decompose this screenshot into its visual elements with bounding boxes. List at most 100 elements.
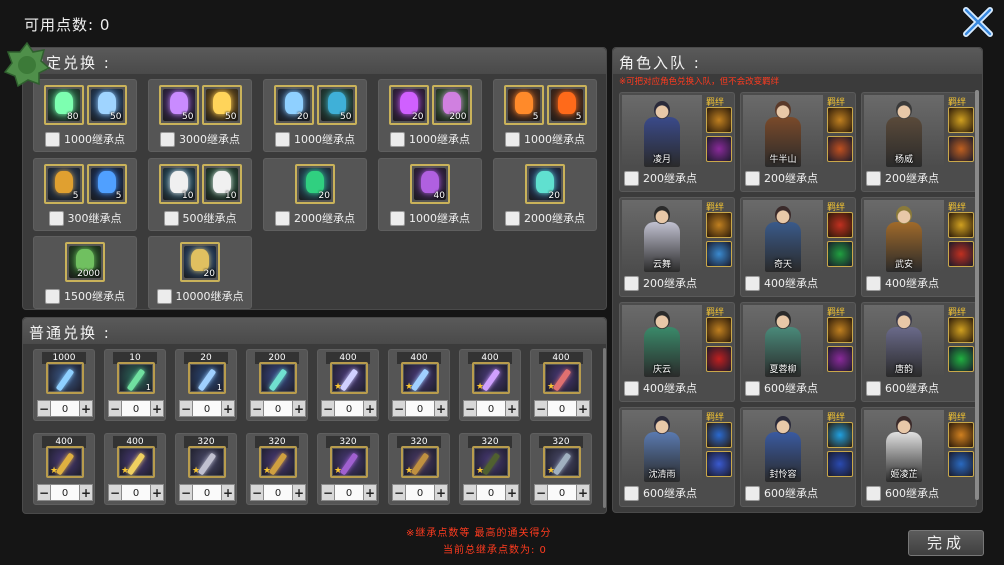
select-checkbox[interactable]: [745, 485, 760, 501]
limited-exchange-item: 20 2000继承点: [493, 158, 597, 231]
cost-row: 1000继承点: [379, 130, 481, 148]
character-card: 凌月 羁绊 200继承点: [619, 92, 735, 192]
select-checkbox[interactable]: [156, 288, 172, 304]
increment-button[interactable]: +: [79, 400, 93, 417]
quantity-field[interactable]: 0: [406, 484, 434, 501]
select-checkbox[interactable]: [45, 131, 60, 147]
select-checkbox[interactable]: [624, 275, 639, 291]
select-checkbox[interactable]: [505, 131, 520, 147]
cost-row: 1500继承点: [34, 287, 136, 305]
item-cost: 1000继承点: [409, 212, 470, 225]
item-quantity: 5: [115, 191, 122, 201]
increment-button[interactable]: +: [292, 484, 306, 501]
quantity-field[interactable]: 0: [51, 400, 79, 417]
quantity-field[interactable]: 0: [122, 400, 150, 417]
character-cost: 600继承点: [885, 487, 939, 500]
select-checkbox[interactable]: [624, 485, 639, 501]
increment-button[interactable]: +: [150, 400, 164, 417]
select-checkbox[interactable]: [866, 485, 881, 501]
quantity-field[interactable]: 0: [193, 400, 221, 417]
character-head: [775, 206, 791, 224]
character-card: 奇天 羁绊 400继承点: [740, 197, 856, 297]
select-checkbox[interactable]: [45, 288, 60, 304]
increment-button[interactable]: +: [434, 484, 448, 501]
decrement-button[interactable]: −: [108, 484, 122, 501]
decrement-button[interactable]: −: [250, 484, 264, 501]
select-checkbox[interactable]: [48, 210, 64, 226]
decrement-button[interactable]: −: [179, 484, 193, 501]
quantity-field[interactable]: 0: [193, 484, 221, 501]
green-gem-icon: 1: [117, 362, 155, 394]
increment-button[interactable]: +: [505, 400, 519, 417]
select-checkbox[interactable]: [624, 380, 639, 396]
quantity-field[interactable]: 0: [477, 484, 505, 501]
select-checkbox[interactable]: [505, 210, 520, 226]
quantity-stepper: −0 +: [37, 400, 93, 417]
limited-exchange-panel: 限定兑换 : 80 50 1000继承点 50 50 3000继承点 20 50 1000继承点…: [22, 47, 607, 310]
quantity-field[interactable]: 0: [122, 484, 150, 501]
select-checkbox[interactable]: [866, 170, 881, 186]
decrement-button[interactable]: −: [392, 484, 406, 501]
done-button[interactable]: 完成: [908, 530, 984, 556]
decrement-button[interactable]: −: [37, 484, 51, 501]
select-checkbox[interactable]: [866, 380, 881, 396]
quantity-field[interactable]: 0: [264, 400, 292, 417]
quantity-field[interactable]: 0: [548, 400, 576, 417]
quantity-stepper: −0 +: [250, 484, 306, 501]
decrement-button[interactable]: −: [463, 400, 477, 417]
quantity-field[interactable]: 0: [548, 484, 576, 501]
decrement-button[interactable]: −: [534, 400, 548, 417]
increment-button[interactable]: +: [221, 484, 235, 501]
decrement-button[interactable]: −: [534, 484, 548, 501]
item-icons: 20: [264, 164, 366, 204]
increment-button[interactable]: +: [363, 484, 377, 501]
increment-button[interactable]: +: [363, 400, 377, 417]
character-head: [775, 416, 791, 434]
increment-button[interactable]: +: [150, 484, 164, 501]
select-checkbox[interactable]: [163, 210, 179, 226]
quantity-field[interactable]: 0: [406, 400, 434, 417]
decrement-button[interactable]: −: [392, 400, 406, 417]
decrement-button[interactable]: −: [250, 400, 264, 417]
team-scrollbar[interactable]: [975, 90, 979, 500]
quantity-field[interactable]: 0: [335, 400, 363, 417]
gold-blade-icon: ★: [259, 446, 297, 478]
select-checkbox[interactable]: [390, 131, 405, 147]
increment-button[interactable]: +: [79, 484, 93, 501]
select-checkbox[interactable]: [160, 131, 175, 147]
increment-button[interactable]: +: [505, 484, 519, 501]
skill-icon: [827, 422, 853, 448]
decrement-button[interactable]: −: [321, 400, 335, 417]
quantity-field[interactable]: 0: [335, 484, 363, 501]
decrement-button[interactable]: −: [179, 400, 193, 417]
normal-exchange-item: 400 ★ −0 +: [317, 349, 379, 421]
select-checkbox[interactable]: [866, 275, 881, 291]
select-checkbox[interactable]: [745, 170, 760, 186]
icon-shape: [97, 171, 116, 193]
item-cost: 3000继承点: [179, 133, 240, 146]
normal-exchange-item: 400 ★ −0 +: [530, 349, 592, 421]
increment-button[interactable]: +: [576, 400, 590, 417]
normal-scrollbar[interactable]: [603, 348, 606, 508]
increment-button[interactable]: +: [292, 400, 306, 417]
cost-row: 600继承点: [866, 485, 939, 501]
character-portrait: 沈清雨: [622, 410, 702, 482]
decrement-button[interactable]: −: [463, 484, 477, 501]
select-checkbox[interactable]: [624, 170, 639, 186]
close-icon[interactable]: [960, 6, 996, 38]
quantity-field[interactable]: 0: [477, 400, 505, 417]
select-checkbox[interactable]: [390, 210, 405, 226]
decrement-button[interactable]: −: [108, 400, 122, 417]
select-checkbox[interactable]: [745, 380, 760, 396]
quantity-field[interactable]: 0: [51, 484, 79, 501]
increment-button[interactable]: +: [434, 400, 448, 417]
quantity-field[interactable]: 0: [264, 484, 292, 501]
cost-row: 600继承点: [866, 380, 939, 396]
increment-button[interactable]: +: [576, 484, 590, 501]
decrement-button[interactable]: −: [321, 484, 335, 501]
select-checkbox[interactable]: [745, 275, 760, 291]
select-checkbox[interactable]: [275, 131, 290, 147]
select-checkbox[interactable]: [275, 210, 290, 226]
increment-button[interactable]: +: [221, 400, 235, 417]
decrement-button[interactable]: −: [37, 400, 51, 417]
